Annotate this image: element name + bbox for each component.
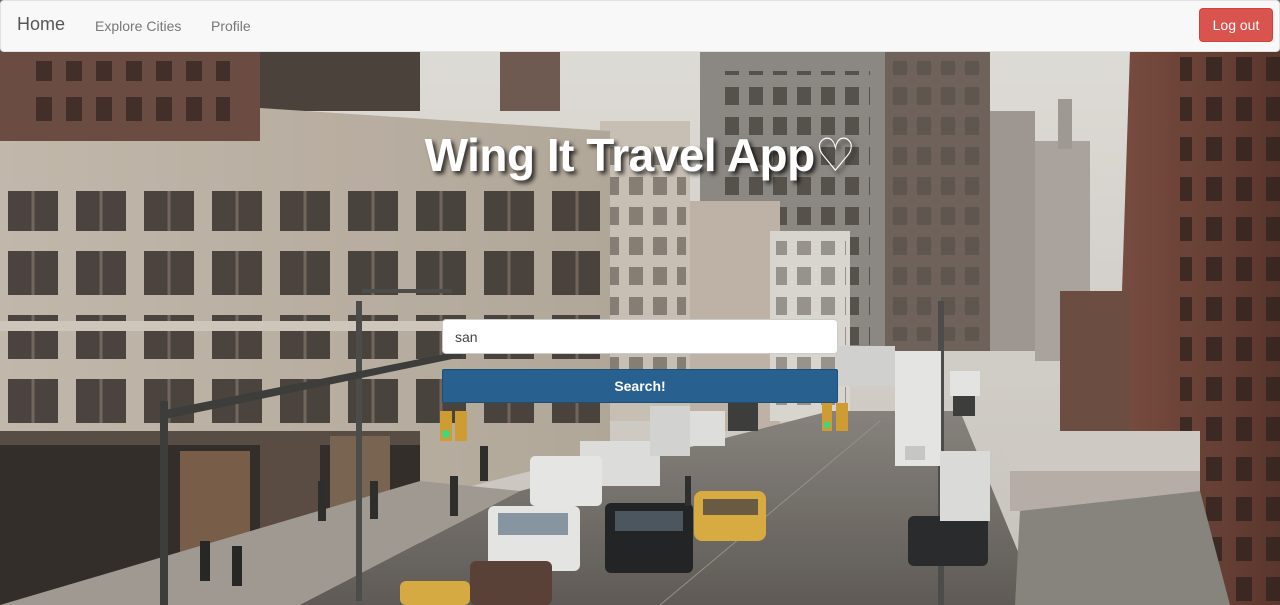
nav-home-link[interactable]: Home	[17, 14, 65, 35]
city-search-input[interactable]	[442, 319, 838, 354]
page: Home Explore Cities Profile Log out Wing…	[0, 0, 1280, 605]
search-button[interactable]: Search!	[442, 369, 838, 403]
nav-profile-link[interactable]: Profile	[211, 18, 251, 34]
nav-explore-cities-link[interactable]: Explore Cities	[95, 18, 181, 34]
app-title: Wing It Travel App♡	[424, 129, 856, 181]
top-navbar: Home Explore Cities Profile Log out	[0, 0, 1280, 52]
logout-button[interactable]: Log out	[1199, 8, 1273, 42]
